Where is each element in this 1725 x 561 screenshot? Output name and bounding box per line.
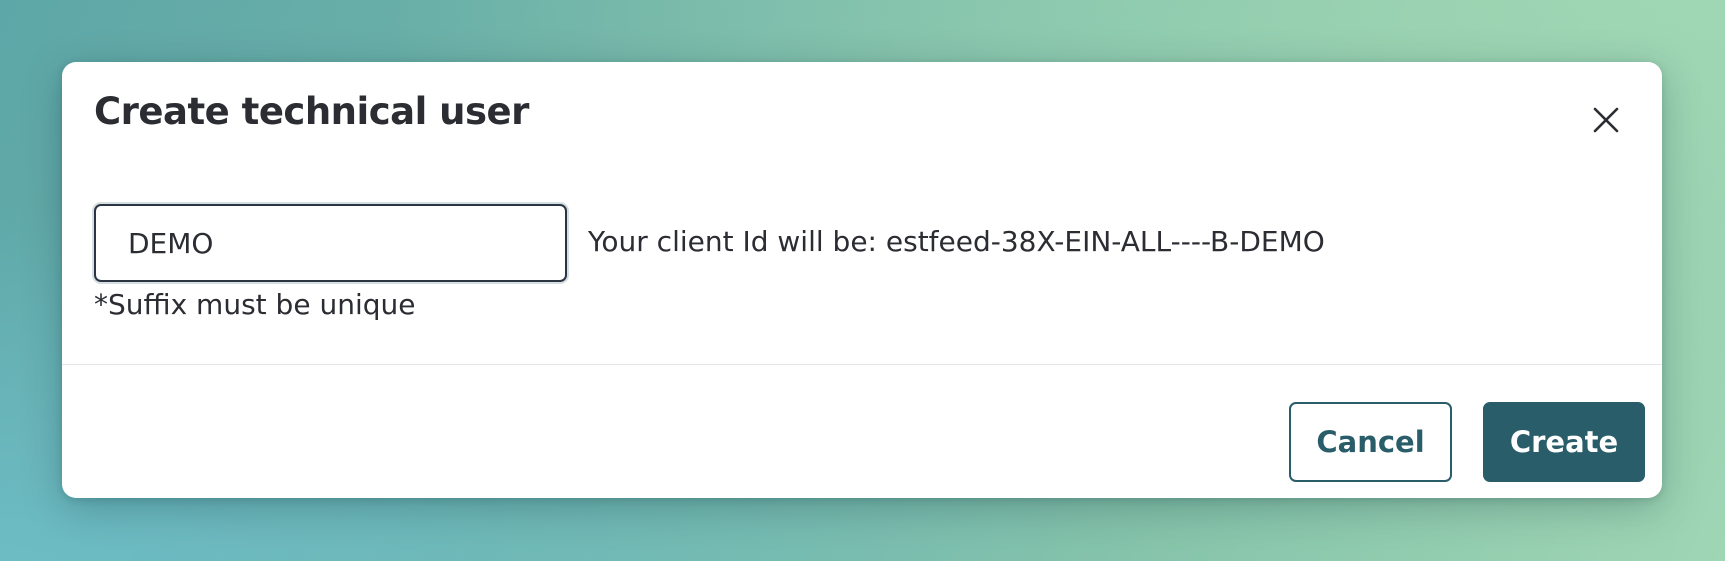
dialog-title: Create technical user [94,90,529,133]
cancel-button[interactable]: Cancel [1289,402,1452,482]
suffix-input[interactable] [94,204,567,282]
suffix-hint: *Suffix must be unique [94,288,416,321]
footer-divider [62,364,1662,365]
close-button[interactable] [1584,98,1628,142]
client-id-preview: Your client Id will be: estfeed-38X-EIN-… [588,225,1325,258]
close-icon [1593,107,1619,133]
create-technical-user-dialog: Create technical user Your client Id wil… [62,62,1662,498]
create-button[interactable]: Create [1483,402,1645,482]
